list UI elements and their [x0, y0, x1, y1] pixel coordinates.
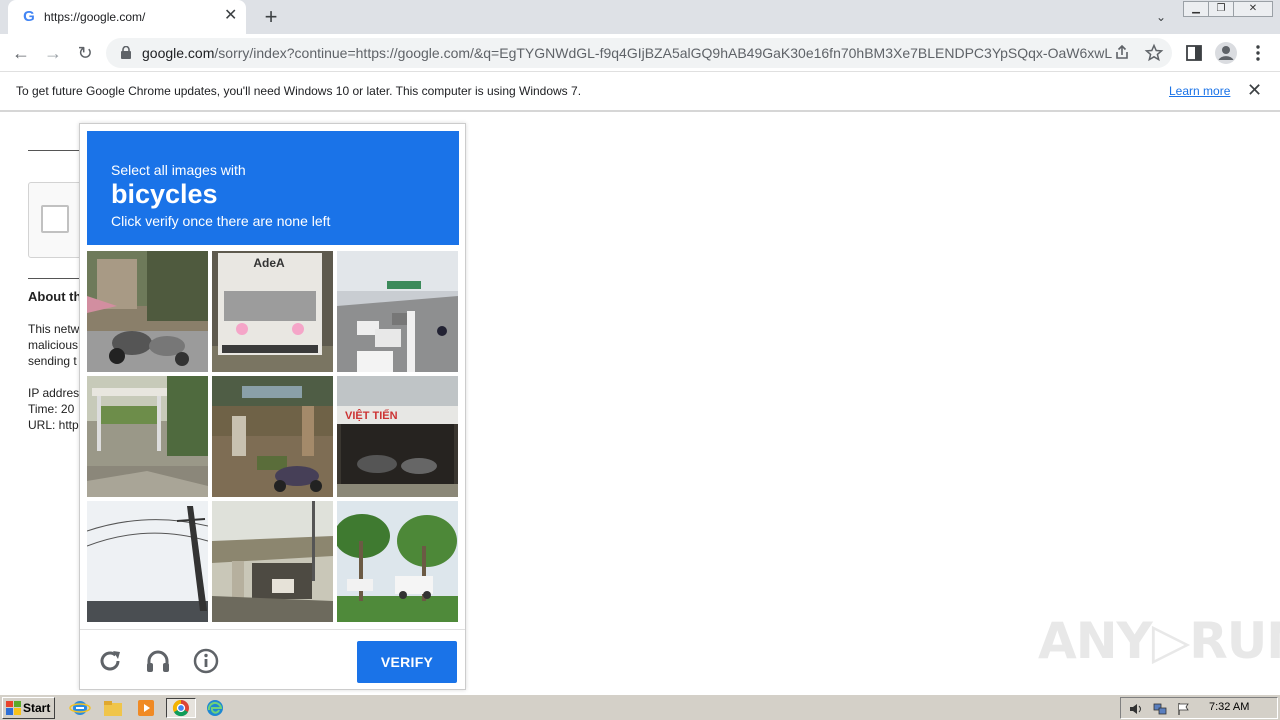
challenge-header: Select all images with bicycles Click ve… — [87, 131, 459, 245]
lock-icon[interactable] — [120, 46, 132, 59]
recaptcha-checkbox[interactable] — [41, 205, 69, 233]
action-center-flag-icon[interactable] — [1177, 702, 1191, 716]
windows-flag-icon — [6, 701, 21, 715]
url-host: google.com — [142, 45, 215, 61]
para-line: malicious — [28, 338, 79, 352]
browser-tab[interactable]: G https://google.com/ ✕ — [8, 0, 246, 34]
reload-button[interactable]: ↻ — [72, 40, 98, 66]
info-icon[interactable] — [192, 647, 220, 675]
time-line: Time: 20 — [28, 402, 75, 416]
ip-line: IP addres — [28, 386, 80, 400]
forward-button[interactable]: → — [40, 40, 66, 66]
captcha-tile-9[interactable] — [337, 501, 458, 622]
url-text[interactable]: google.com/sorry/index?continue=https://… — [142, 45, 1112, 61]
challenge-keyword: bicycles — [111, 179, 218, 209]
reload-icon[interactable] — [96, 647, 124, 675]
tab-close-icon[interactable]: ✕ — [224, 8, 237, 24]
learn-more-link[interactable]: Learn more — [1169, 84, 1230, 98]
start-button[interactable]: Start — [2, 697, 55, 719]
share-icon[interactable] — [1112, 43, 1132, 63]
media-player-icon[interactable] — [135, 698, 157, 718]
truck-sign-text: AdeA — [253, 256, 285, 270]
minimize-button[interactable]: ▁ — [1183, 1, 1209, 17]
taskbar: Start 7:32 AM — [0, 694, 1280, 720]
shop-sign-text: VIỆT TIẾN — [345, 409, 398, 422]
browser-toolbar: ← → ↻ google.com/sorry/index?continue=ht… — [0, 34, 1280, 72]
tab-search-icon[interactable]: ⌄ — [1152, 8, 1170, 26]
infobar-close-icon[interactable]: ✕ — [1247, 81, 1262, 99]
captcha-challenge: Select all images with bicycles Click ve… — [79, 123, 466, 690]
divider — [28, 150, 80, 151]
star-icon[interactable] — [1144, 43, 1164, 63]
para-line: This netw — [28, 322, 80, 336]
update-infobar: To get future Google Chrome updates, you… — [0, 72, 1280, 112]
captcha-tile-8[interactable] — [212, 501, 333, 622]
anyrun-watermark: ANY▷RUN — [1038, 612, 1280, 670]
about-heading: About th — [28, 289, 80, 304]
network-icon[interactable] — [1153, 702, 1167, 716]
chrome-icon — [172, 699, 189, 717]
captcha-tile-4[interactable] — [87, 376, 208, 497]
restore-button[interactable]: ❐ — [1208, 1, 1234, 17]
explorer-icon[interactable] — [102, 698, 124, 718]
profile-icon[interactable] — [1214, 41, 1238, 65]
captcha-tile-1[interactable] — [87, 251, 208, 372]
challenge-instruction: Select all images with — [111, 162, 246, 178]
menu-icon[interactable] — [1250, 43, 1266, 63]
edge-icon[interactable] — [204, 698, 226, 718]
tab-strip: G https://google.com/ ✕ + ⌄ ▁ ❐ ✕ — [0, 0, 1280, 34]
challenge-footer: VERIFY — [80, 629, 465, 689]
start-label: Start — [23, 701, 51, 715]
verify-button[interactable]: VERIFY — [357, 641, 457, 683]
sidepanel-icon[interactable] — [1184, 43, 1204, 63]
captcha-tile-7[interactable] — [87, 501, 208, 622]
volume-icon[interactable] — [1129, 702, 1143, 716]
system-tray: 7:32 AM — [1120, 697, 1278, 719]
address-bar[interactable]: google.com/sorry/index?continue=https://… — [106, 38, 1172, 68]
audio-icon[interactable] — [144, 647, 172, 675]
challenge-subtext: Click verify once there are none left — [111, 213, 331, 229]
window-close-button[interactable]: ✕ — [1233, 1, 1273, 17]
infobar-message: To get future Google Chrome updates, you… — [16, 84, 582, 98]
ie-icon[interactable] — [69, 698, 91, 718]
google-favicon-icon: G — [23, 8, 35, 25]
captcha-tile-6[interactable]: VIỆT TIẾN — [337, 376, 458, 497]
new-tab-button[interactable]: + — [259, 4, 283, 30]
captcha-tile-5[interactable] — [212, 376, 333, 497]
url-path: /sorry/index?continue=https://google.com… — [214, 45, 1112, 61]
back-button[interactable]: ← — [8, 40, 34, 66]
taskbar-clock[interactable]: 7:32 AM — [1209, 701, 1249, 713]
divider — [28, 278, 80, 279]
tab-title: https://google.com/ — [44, 10, 146, 24]
chrome-taskbar-button[interactable] — [166, 698, 196, 718]
url-line: URL: http — [28, 418, 79, 432]
para-line: sending t — [28, 354, 77, 368]
captcha-tile-2[interactable]: AdeA — [212, 251, 333, 372]
captcha-tile-3[interactable] — [337, 251, 458, 372]
